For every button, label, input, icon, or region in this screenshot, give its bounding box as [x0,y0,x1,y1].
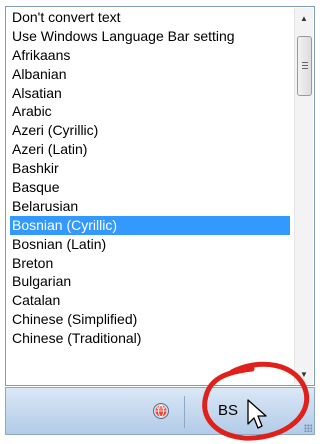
list-item[interactable]: Afrikaans [10,46,290,65]
list-item-selected[interactable]: Bosnian (Cyrillic) [10,215,290,235]
list-item[interactable]: Chinese (Simplified) [10,310,290,329]
thumb-grip-icon [301,62,308,70]
language-dropdown-list: Don't convert text Use Windows Language B… [5,6,315,386]
list-item[interactable]: Use Windows Language Bar setting [10,27,290,46]
list-item[interactable]: Bosnian (Latin) [10,235,290,254]
language-code-button[interactable]: BS [206,400,250,422]
list-item[interactable]: Breton [10,254,290,273]
list-item[interactable]: Belarusian [10,197,290,216]
list-item[interactable]: Azeri (Cyrillic) [10,121,290,140]
list-item[interactable]: Albanian [10,65,290,84]
scroll-thumb[interactable] [297,36,312,96]
list-item[interactable]: Chinese (Traditional) [10,329,290,348]
scroll-up-arrow-icon[interactable]: ▲ [295,8,313,28]
vertical-scrollbar[interactable]: ▲ ▼ [294,8,313,384]
list-item[interactable]: Catalan [10,291,290,310]
list-item[interactable]: Bashkir [10,159,290,178]
list-item[interactable]: Don't convert text [10,8,290,27]
language-bar: BS [5,387,315,435]
resize-grip-icon[interactable] [304,424,312,432]
list-item[interactable]: Basque [10,178,290,197]
list-item[interactable]: Alsatian [10,84,290,103]
globe-icon[interactable] [152,402,170,420]
scroll-down-arrow-icon[interactable]: ▼ [295,364,313,384]
list-item[interactable]: Bulgarian [10,272,290,291]
list-item[interactable]: Azeri (Latin) [10,140,290,159]
list-item[interactable]: Arabic [10,102,290,121]
language-list: Don't convert text Use Windows Language B… [10,8,290,348]
bar-divider [184,396,185,428]
